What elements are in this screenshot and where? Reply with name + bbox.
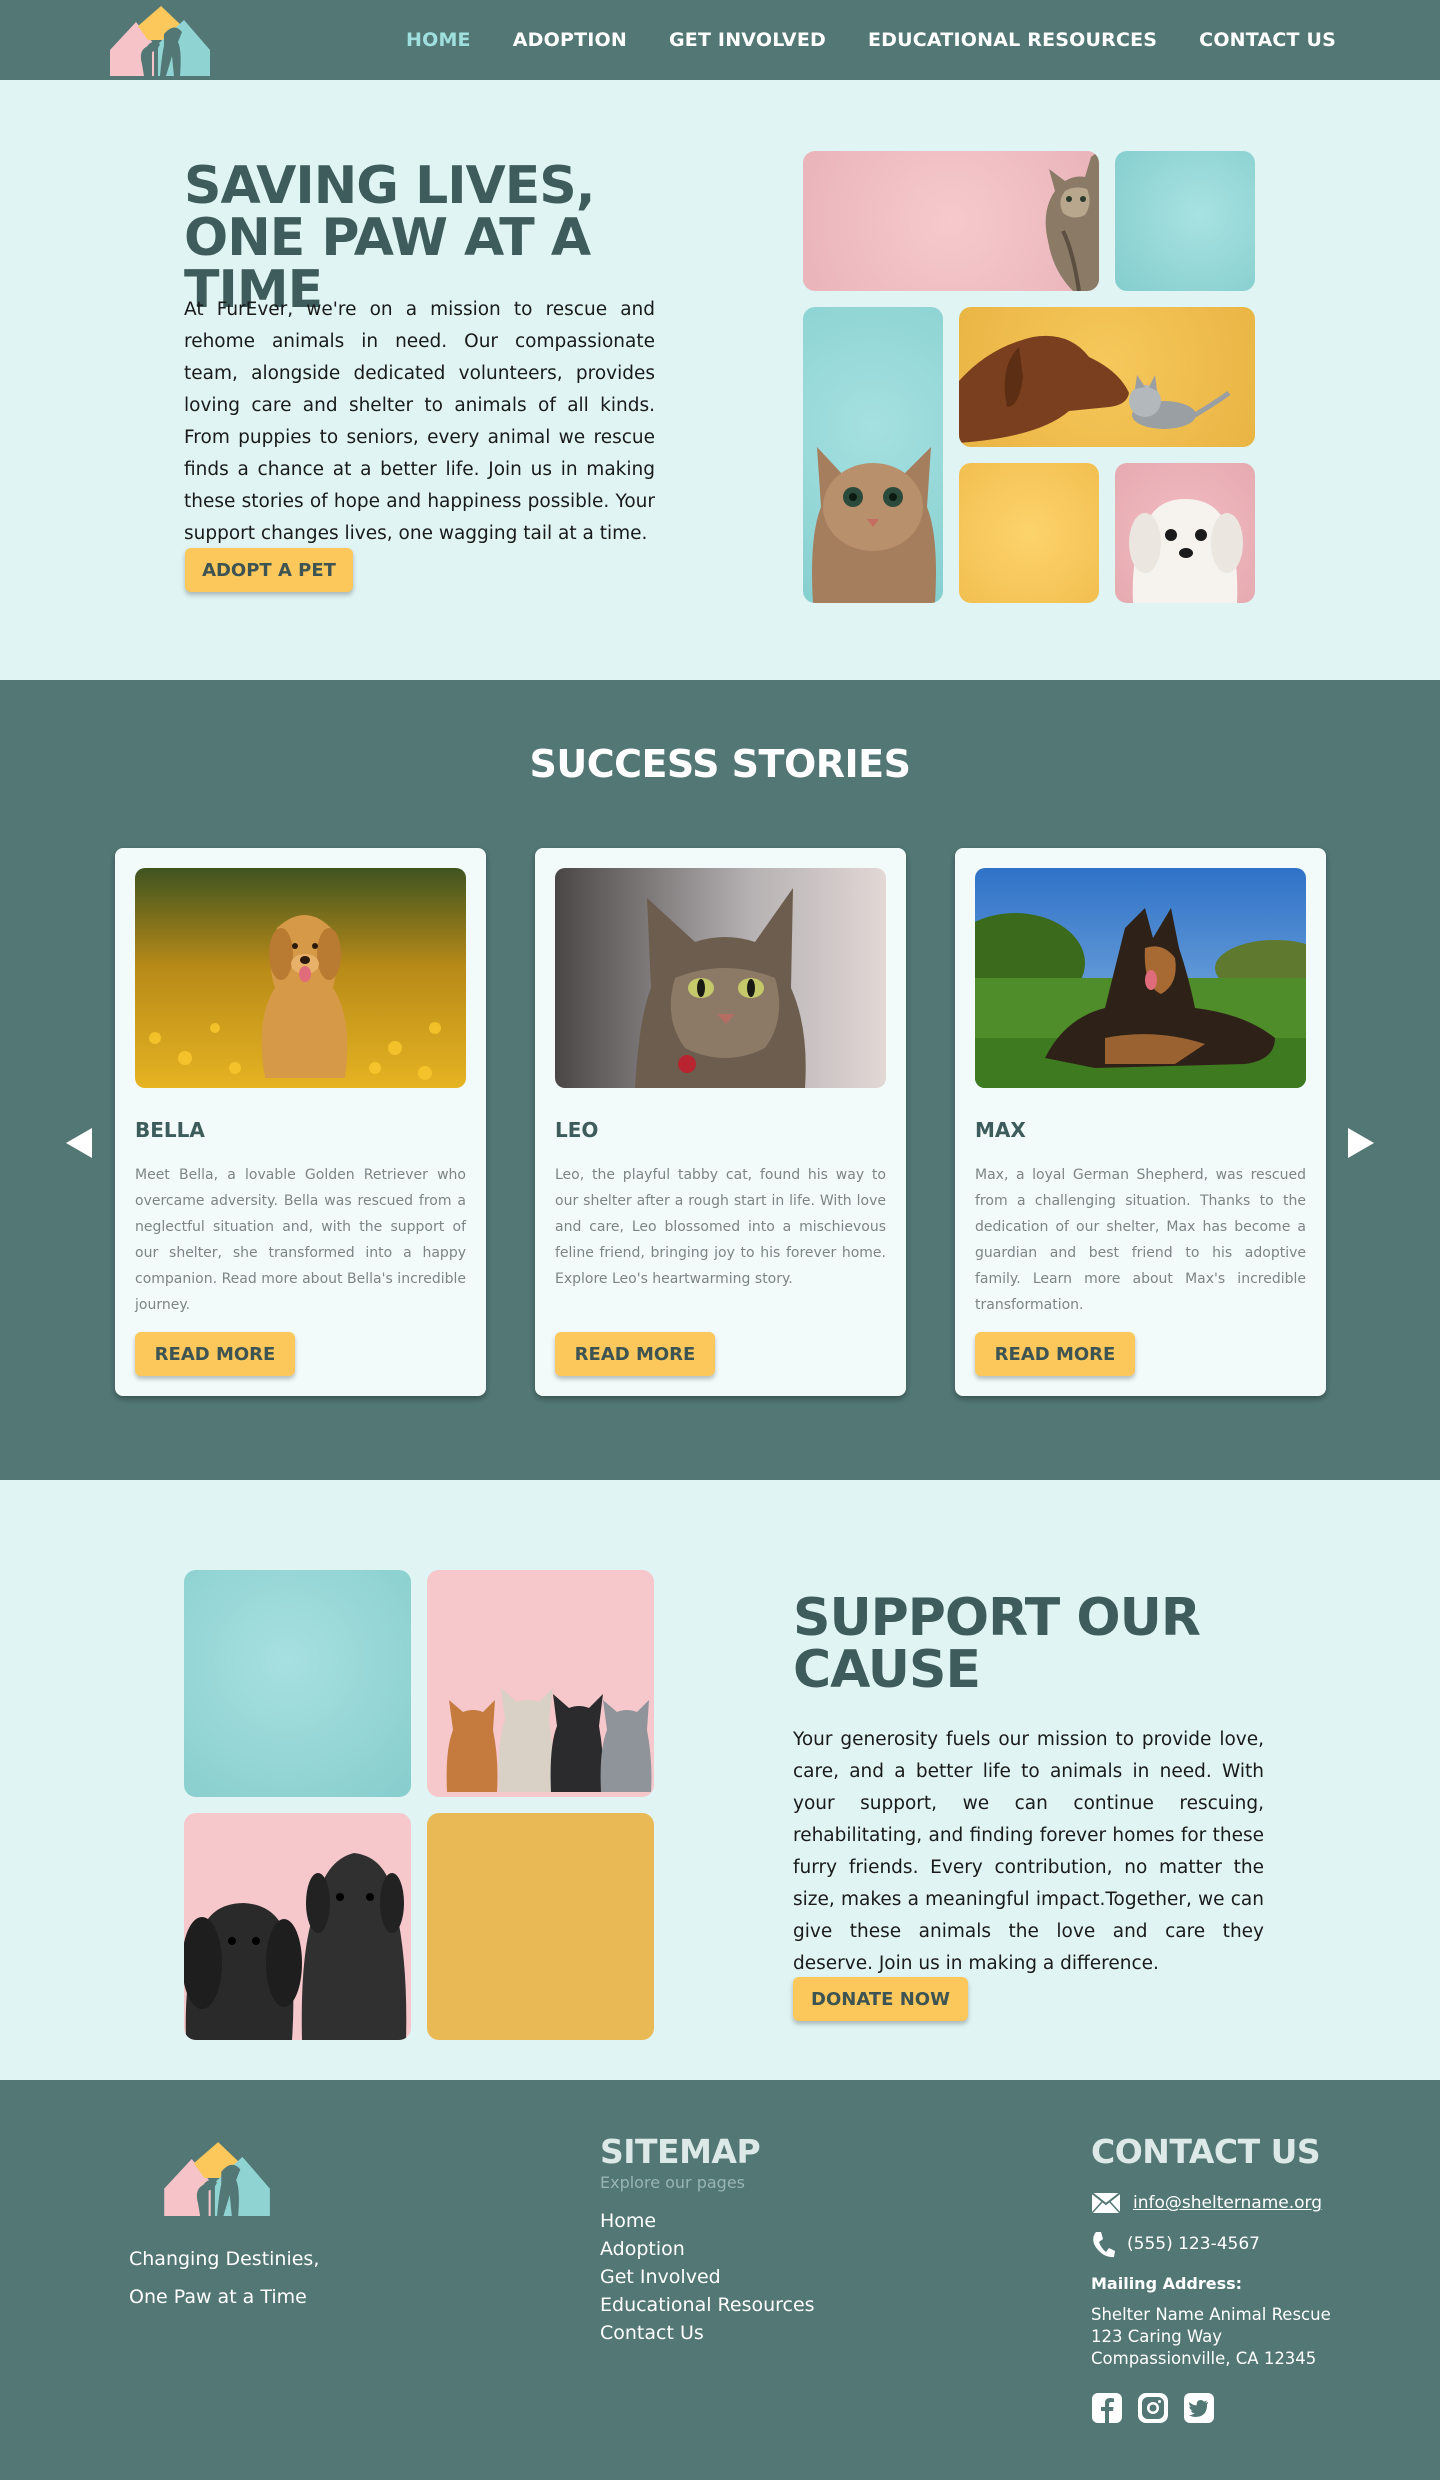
mailing-address-label: Mailing Address: — [1091, 2274, 1243, 2293]
support-tile-dogs — [184, 1813, 411, 2040]
success-stories-section: SUCCESS STORIES BELLA Meet Bella, a lova… — [0, 680, 1440, 1480]
read-more-button[interactable]: READ MORE — [975, 1332, 1135, 1376]
tagline-line-2: One Paw at a Time — [129, 2286, 307, 2308]
sitemap-link-get-involved[interactable]: Get Involved — [600, 2266, 721, 2288]
card-description: Meet Bella, a lovable Golden Retriever w… — [135, 1167, 466, 1313]
contact-title: CONTACT US — [1091, 2132, 1321, 2171]
tagline-line-1: Changing Destinies, — [129, 2248, 320, 2270]
nav-link-educational-resources[interactable]: EDUCATIONAL RESOURCES — [868, 29, 1157, 51]
two-dogs-image — [184, 1853, 407, 2040]
hero-tile-cat-portrait — [803, 307, 943, 603]
adopt-a-pet-button[interactable]: ADOPT A PET — [185, 548, 353, 592]
story-card-leo: LEO Leo, the playful tabby cat, found hi… — [535, 848, 906, 1396]
carousel-next-arrow-icon[interactable] — [1348, 1128, 1374, 1158]
card-name: LEO — [555, 1118, 599, 1142]
kittens-image — [446, 1688, 652, 1792]
donate-now-button[interactable]: DONATE NOW — [793, 1977, 968, 2021]
leo-photo — [555, 868, 886, 1088]
sitemap-link-contact-us[interactable]: Contact Us — [600, 2322, 704, 2344]
stories-title: SUCCESS STORIES — [529, 742, 911, 786]
card-name: BELLA — [135, 1118, 205, 1142]
footer: Changing Destinies, One Paw at a Time SI… — [0, 2080, 1440, 2480]
bella-photo — [135, 868, 466, 1088]
address-line-3: Compassionville, CA 12345 — [1091, 2349, 1317, 2368]
sitemap-subtitle: Explore our pages — [600, 2173, 746, 2192]
sitemap-link-educational-resources[interactable]: Educational Resources — [600, 2294, 815, 2316]
read-more-button[interactable]: READ MORE — [555, 1332, 715, 1376]
twitter-icon[interactable] — [1183, 2392, 1215, 2424]
nav-link-contact-us[interactable]: CONTACT US — [1199, 29, 1336, 51]
dog-and-kitten-image — [959, 335, 1231, 443]
address-line-1: Shelter Name Animal Rescue — [1091, 2305, 1331, 2324]
card-description: Max, a loyal German Shepherd, was rescue… — [975, 1167, 1306, 1313]
facebook-icon[interactable] — [1091, 2392, 1123, 2424]
support-title: SUPPORT OUR CAUSE — [793, 1588, 1201, 1700]
white-puppy-image — [1129, 499, 1243, 603]
top-nav: HOME ADOPTION GET INVOLVED EDUCATIONAL R… — [0, 0, 1440, 80]
nav-link-get-involved[interactable]: GET INVOLVED — [669, 29, 826, 51]
address-line-2: 123 Caring Way — [1091, 2327, 1223, 2346]
max-photo — [975, 868, 1306, 1088]
hero-tile-yellow — [959, 463, 1099, 603]
read-more-button[interactable]: READ MORE — [135, 1332, 295, 1376]
shelter-logo-icon[interactable] — [106, 4, 212, 76]
card-name: MAX — [975, 1118, 1026, 1142]
support-tile-yellow — [427, 1813, 654, 2040]
footer-logo-icon[interactable] — [160, 2138, 272, 2218]
hero-section: SAVING LIVES, ONE PAW AT A TIME At FurEv… — [0, 80, 1440, 680]
sitemap-title: SITEMAP — [600, 2132, 761, 2171]
mailing-address: Shelter Name Animal Rescue 123 Caring Wa… — [1091, 2304, 1331, 2370]
sitemap-link-home[interactable]: Home — [600, 2210, 656, 2232]
support-tile-aqua — [184, 1570, 411, 1797]
contact-email-row: info@sheltername.org — [1091, 2192, 1322, 2214]
nav-link-adoption[interactable]: ADOPTION — [513, 29, 627, 51]
sitemap-list: Home Adoption Get Involved Educational R… — [600, 2207, 815, 2347]
cat-peeking-image — [1045, 151, 1099, 291]
instagram-icon[interactable] — [1137, 2392, 1169, 2424]
hero-tile-aqua — [1115, 151, 1255, 291]
hero-tile-puppy — [1115, 463, 1255, 603]
envelope-icon — [1091, 2192, 1121, 2214]
support-tile-kittens — [427, 1570, 654, 1797]
phone-icon — [1093, 2232, 1115, 2258]
footer-tagline: Changing Destinies, One Paw at a Time — [129, 2240, 319, 2316]
contact-phone[interactable]: (555) 123-4567 — [1127, 2234, 1260, 2254]
contact-phone-row: (555) 123-4567 — [1091, 2230, 1260, 2258]
support-description: Your generosity fuels our mission to pro… — [793, 1729, 1264, 1974]
story-card-max: MAX Max, a loyal German Shepherd, was re… — [955, 848, 1326, 1396]
social-links — [1091, 2392, 1215, 2424]
story-card-bella: BELLA Meet Bella, a lovable Golden Retri… — [115, 848, 486, 1396]
sitemap-link-adoption[interactable]: Adoption — [600, 2238, 685, 2260]
hero-title: SAVING LIVES, ONE PAW AT A TIME — [184, 156, 596, 320]
carousel-prev-arrow-icon[interactable] — [66, 1128, 92, 1158]
nav-link-home[interactable]: HOME — [406, 29, 471, 51]
nav-links: HOME ADOPTION GET INVOLVED EDUCATIONAL R… — [406, 0, 1336, 80]
cat-portrait-image — [812, 447, 936, 603]
hero-tile-cat-peeking — [803, 151, 1099, 291]
contact-email-link[interactable]: info@sheltername.org — [1133, 2193, 1322, 2213]
hero-tile-dog-and-kitten — [959, 307, 1255, 447]
card-description: Leo, the playful tabby cat, found his wa… — [555, 1167, 886, 1287]
hero-description: At FurEver, we're on a mission to rescue… — [184, 299, 655, 544]
support-section: SUPPORT OUR CAUSE Your generosity fuels … — [0, 1480, 1440, 2080]
